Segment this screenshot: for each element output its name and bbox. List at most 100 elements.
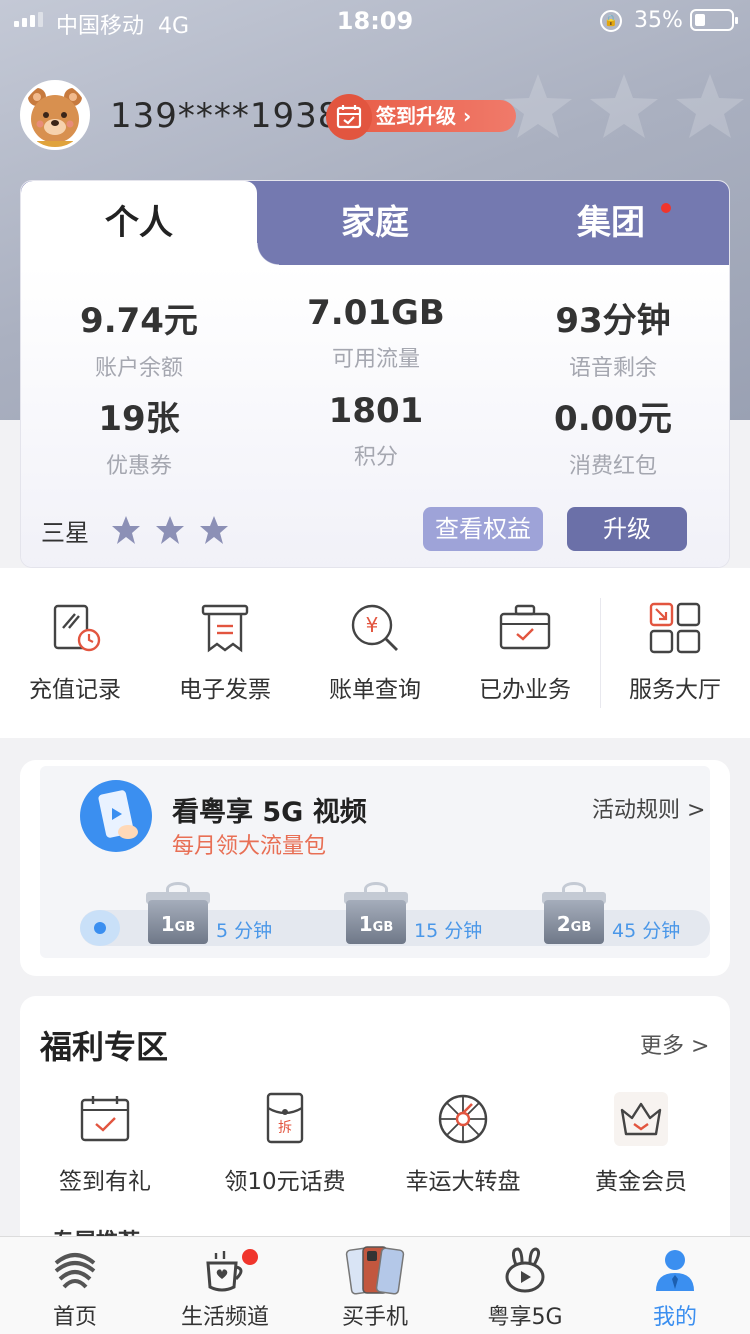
stat-label: 消费红包 bbox=[568, 454, 657, 479]
stat-balance[interactable]: 9.74元 账户余额 bbox=[21, 293, 257, 382]
quick-action-label: 已办业务 bbox=[479, 677, 571, 703]
gift-box-icon: 1GB bbox=[146, 882, 210, 944]
business-done-icon bbox=[499, 604, 551, 650]
tab-label: 生活频道 bbox=[180, 1305, 269, 1330]
video-promo-title: 看粤享 5G 视频 bbox=[172, 797, 367, 828]
status-bar: 中国移动 4G 18:09 🔒 35% bbox=[0, 0, 750, 42]
tab-personal[interactable]: 个人 bbox=[21, 181, 279, 265]
stat-label: 账户余额 bbox=[94, 356, 183, 381]
service-hall-icon bbox=[649, 602, 701, 654]
tab-buy-phone[interactable]: 买手机 bbox=[300, 1245, 450, 1331]
stat-value: 19张 bbox=[98, 399, 180, 439]
member-stars bbox=[111, 515, 229, 545]
invoice-icon bbox=[201, 604, 249, 653]
calendar-icon bbox=[326, 94, 372, 140]
phone-number: 139****1938 bbox=[110, 96, 341, 136]
tab-mine[interactable]: 我的 bbox=[600, 1245, 750, 1331]
welfare-item-label: 幸运大转盘 bbox=[405, 1169, 521, 1195]
tab-family[interactable]: 家庭 bbox=[257, 181, 493, 265]
stat-label: 优惠券 bbox=[105, 454, 172, 479]
bottom-tab-bar: 首页 生活频道 买手机 粤享5G 我的 bbox=[0, 1236, 750, 1334]
quick-action-business-done[interactable]: 已办业务 bbox=[450, 600, 600, 704]
tab-5g[interactable]: 粤享5G bbox=[450, 1245, 600, 1331]
battery-percent: 35% bbox=[634, 8, 683, 33]
video-promo-inner: 看粤享 5G 视频 每月领大流量包 活动规则 > 1GB 5 分钟 1GB 15… bbox=[40, 766, 710, 958]
reward-minutes: 5 分钟 bbox=[216, 920, 273, 942]
phone-icon bbox=[345, 1246, 405, 1295]
tab-home[interactable]: 首页 bbox=[0, 1245, 150, 1331]
bear-avatar-icon bbox=[28, 88, 82, 147]
stat-value: 93分钟 bbox=[555, 301, 671, 341]
decorative-stars-icon bbox=[504, 74, 744, 138]
gift-box-icon: 1GB bbox=[344, 882, 408, 944]
bill-query-icon: ¥ bbox=[351, 604, 398, 651]
section-title: 福利专区 bbox=[40, 1028, 169, 1066]
welfare-item-gold-member[interactable]: 黄金会员 bbox=[556, 1092, 726, 1196]
quick-action-label: 服务大厅 bbox=[629, 677, 721, 703]
stat-points[interactable]: 1801 积分 bbox=[258, 391, 494, 471]
welfare-item-wheel[interactable]: 幸运大转盘 bbox=[378, 1092, 548, 1196]
quick-action-bill-query[interactable]: ¥ 账单查询 bbox=[300, 600, 450, 704]
account-card: 个人 家庭 集团 9.74元 账户余额 7.01GB 可用流量 93分钟 语音剩… bbox=[20, 180, 730, 568]
svg-text:¥: ¥ bbox=[366, 613, 379, 637]
welfare-item-label: 签到有礼 bbox=[59, 1169, 151, 1195]
star-icon bbox=[200, 516, 228, 544]
tab-group-label: 集团 bbox=[577, 203, 645, 243]
tab-label: 粤享5G bbox=[487, 1305, 563, 1330]
account-stats: 9.74元 账户余额 7.01GB 可用流量 93分钟 语音剩余 19张 优惠券… bbox=[21, 265, 729, 567]
video-promo-card[interactable]: 看粤享 5G 视频 每月领大流量包 活动规则 > 1GB 5 分钟 1GB 15… bbox=[20, 760, 730, 976]
activity-rules-link[interactable]: 活动规则 > bbox=[592, 792, 705, 824]
stat-coupons[interactable]: 19张 优惠券 bbox=[21, 391, 257, 480]
stat-value: 0.00元 bbox=[554, 399, 672, 439]
quick-action-recharge-record[interactable]: 充值记录 bbox=[0, 600, 150, 704]
view-benefits-button[interactable]: 查看权益 bbox=[423, 507, 543, 551]
more-link[interactable]: 更多 > bbox=[640, 1028, 709, 1060]
tab-label: 买手机 bbox=[341, 1305, 408, 1330]
gift-box-icon: 2GB bbox=[542, 882, 606, 944]
welfare-item-label: 黄金会员 bbox=[595, 1169, 687, 1195]
tab-life-channel[interactable]: 生活频道 bbox=[150, 1245, 300, 1331]
battery-icon bbox=[690, 9, 738, 31]
avatar[interactable] bbox=[20, 80, 90, 150]
video-promo-subtitle: 每月领大流量包 bbox=[172, 834, 327, 859]
reward-minutes: 15 分钟 bbox=[414, 920, 483, 942]
tab-label: 我的 bbox=[652, 1305, 697, 1330]
tab-group[interactable]: 集团 bbox=[493, 181, 729, 265]
stat-label: 积分 bbox=[353, 445, 398, 470]
stat-data[interactable]: 7.01GB 可用流量 bbox=[258, 293, 494, 373]
svg-text:拆: 拆 bbox=[278, 1120, 292, 1136]
welfare-item-signin[interactable]: 签到有礼 bbox=[20, 1092, 190, 1196]
welfare-section: 福利专区 更多 > 签到有礼 拆 领10元话费 幸运大转盘 黄金会员 bbox=[20, 996, 730, 1256]
stat-value: 7.01GB bbox=[307, 293, 445, 333]
member-level: 三星 bbox=[41, 519, 89, 547]
quick-action-label: 充值记录 bbox=[29, 677, 121, 703]
video-phone-icon bbox=[80, 780, 152, 852]
stat-red-packet[interactable]: 0.00元 消费红包 bbox=[495, 391, 729, 480]
signin-upgrade-label: 签到升级 › bbox=[360, 100, 516, 132]
red-envelope-icon: 拆 bbox=[266, 1092, 304, 1144]
upgrade-button[interactable]: 升级 bbox=[567, 507, 687, 551]
recharge-record-icon bbox=[53, 604, 101, 652]
user-icon bbox=[656, 1250, 694, 1291]
stat-value: 1801 bbox=[328, 391, 424, 431]
rotation-lock-icon: 🔒 bbox=[600, 10, 622, 32]
account-tabs: 个人 家庭 集团 bbox=[21, 181, 729, 265]
quick-action-label: 账单查询 bbox=[329, 677, 421, 703]
quick-action-service-hall[interactable]: 服务大厅 bbox=[600, 600, 750, 704]
stat-value: 9.74元 bbox=[80, 301, 198, 341]
stat-label: 可用流量 bbox=[331, 347, 420, 372]
stat-voice[interactable]: 93分钟 语音剩余 bbox=[495, 293, 729, 382]
star-icon bbox=[156, 516, 184, 544]
reward-minutes: 45 分钟 bbox=[612, 920, 681, 942]
tab-label: 首页 bbox=[52, 1305, 97, 1330]
calendar-check-icon bbox=[80, 1096, 130, 1142]
quick-action-invoice[interactable]: 电子发票 bbox=[150, 600, 300, 704]
welfare-item-credit[interactable]: 拆 领10元话费 bbox=[200, 1092, 370, 1196]
quick-action-label: 电子发票 bbox=[179, 677, 271, 703]
notification-dot bbox=[661, 203, 671, 213]
notification-dot bbox=[242, 1249, 258, 1265]
stat-label: 语音剩余 bbox=[568, 356, 657, 381]
rabbit-icon bbox=[505, 1247, 545, 1293]
quick-actions: 充值记录 电子发票 ¥ 账单查询 已办业务 服务大厅 bbox=[0, 568, 750, 738]
china-mobile-logo-icon bbox=[54, 1253, 96, 1289]
